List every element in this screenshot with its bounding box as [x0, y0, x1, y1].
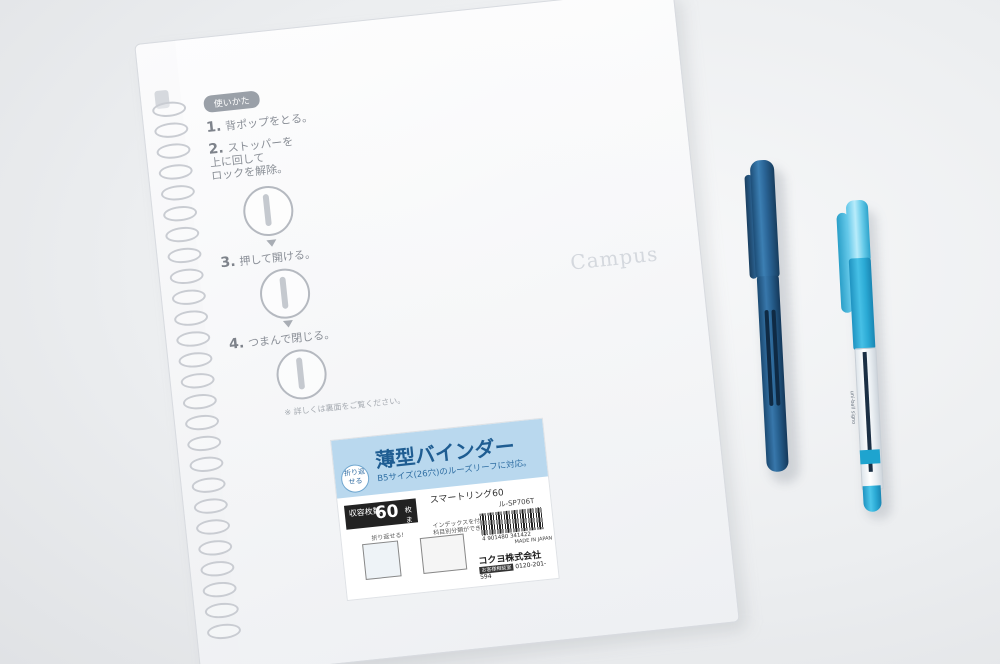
pen-brand: uni-ball signo: [848, 390, 857, 425]
binder-ring: [169, 267, 205, 286]
binder-ring: [155, 141, 192, 161]
binder-ring: [151, 100, 187, 119]
arrow-down-icon: [266, 239, 278, 248]
binder-ring: [182, 392, 218, 411]
open-binder-illustration-icon: [419, 533, 468, 574]
binder-ring: [160, 183, 196, 203]
binder-ring: [175, 329, 211, 349]
capacity-value: 60: [373, 501, 400, 524]
binder-ring: [193, 496, 229, 516]
pen-tip: [862, 485, 882, 513]
binder-ring: [162, 204, 198, 223]
binder-ring: [195, 517, 231, 537]
binder-ring: [199, 559, 236, 578]
arrow-down-icon: [282, 319, 294, 329]
binder-ring: [173, 308, 209, 328]
binder-ring: [188, 455, 225, 474]
binder-ring: [166, 246, 203, 265]
photo-scene: 使いかた 1. 背ポップをとる。 2. ストッパーを 上に回して ロックを解除。 3…: [0, 0, 1000, 664]
capacity-badge: 収容枚数 60 枚まで: [343, 498, 419, 534]
barcode: [479, 507, 544, 536]
capacity-unit: 枚まで: [404, 505, 415, 535]
pen-band: [859, 449, 881, 465]
binder-ring: [164, 225, 201, 244]
binder-ring: [204, 601, 240, 620]
product-name: スマートリング60: [429, 488, 505, 506]
binder-ring: [197, 538, 233, 558]
binder-ring: [201, 580, 238, 599]
binder-illustration-icon: [362, 540, 402, 581]
binder-ring: [179, 371, 216, 391]
binder-ring: [184, 413, 220, 432]
binder-ring: [206, 622, 242, 641]
pen-cap: [845, 199, 871, 261]
binder-ring: [158, 162, 194, 182]
product-label: 折り返せる 薄型バインダー B5サイズ(26穴)のルーズリーフに対応。 収容枚数…: [330, 417, 560, 602]
binder-ring: [186, 434, 222, 453]
fold-note: 折り返せる!: [371, 531, 405, 543]
fountain-pen: [740, 159, 801, 485]
gel-pen: uni-ball signo: [834, 199, 895, 521]
binder-ring: [171, 288, 207, 307]
binder-ring: [177, 350, 214, 370]
binder-ring: [190, 475, 227, 495]
binder-ring: [153, 120, 190, 140]
